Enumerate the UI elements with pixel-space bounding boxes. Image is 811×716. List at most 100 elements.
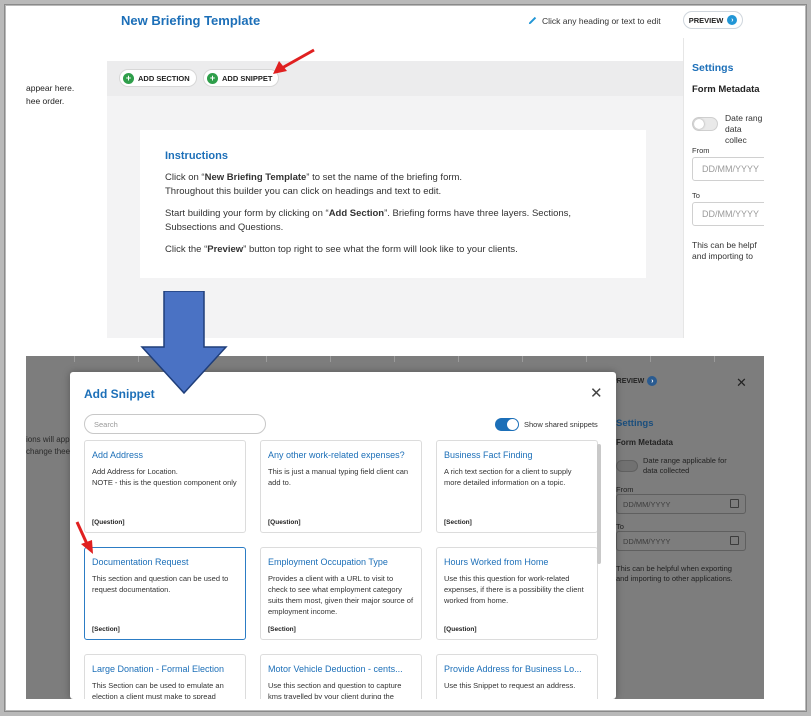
show-shared-toggle[interactable] [495,418,519,431]
snippet-card-employment-occupation[interactable]: Employment Occupation Type Provides a cl… [260,547,422,640]
help-line1: This can be helpf [692,240,757,250]
bg-from-input: DD/MM/YYYY [616,494,746,514]
card-type-tag: [Question] [268,519,301,526]
canvas-header [107,38,683,61]
preview-button[interactable]: PREVIEW › [683,11,743,29]
bg-left-line2: change thee [26,447,71,456]
p1-line2: Throughout this builder you can click on… [165,186,442,197]
add-section-button[interactable]: + ADD SECTION [119,69,197,87]
divider [330,356,331,362]
snippet-card-documentation-request[interactable]: Documentation Request This section and q… [84,547,246,640]
template-title[interactable]: New Briefing Template [121,13,260,28]
snippet-card-add-address[interactable]: Add Address Add Address for Location. NO… [84,440,246,533]
preview-label: PREVIEW [688,15,724,25]
bg-to-input: DD/MM/YYYY [616,531,746,551]
snippet-card-motor-vehicle[interactable]: Motor Vehicle Deduction - cents... Use t… [260,654,422,699]
card-description: Provides a client with a URL to visit to… [268,574,414,616]
bg-settings-title: Settings [616,418,654,429]
divider [586,356,587,362]
settings-panel: Settings Form Metadata Date rang data co… [683,38,764,338]
card-title: Hours Worked from Home [444,557,549,567]
settings-title: Settings [692,62,734,74]
divider [138,356,139,362]
p2-bold: Add Section [328,208,385,219]
red-arrow-annotation-icon [75,521,93,554]
card-type-tag: [Question] [92,519,125,526]
divider [522,356,523,362]
bg-date-range-line2: data collected [643,466,690,475]
snippet-card-large-donation[interactable]: Large Donation - Formal Election This Se… [84,654,246,699]
to-date-input[interactable]: DD/MM/YYYY [692,202,764,226]
snippet-card-hours-from-home[interactable]: Hours Worked from Home Use this this que… [436,547,598,640]
close-icon[interactable]: ✕ [590,384,603,402]
date-range-toggle[interactable] [692,117,718,131]
divider [458,356,459,362]
card-description: A rich text section for a client to supp… [444,467,572,487]
builder-top-panel: New Briefing Template Click any heading … [6,6,764,338]
search-input[interactable]: Search [84,414,266,434]
bg-left-text: ions will app change thee [26,434,70,458]
divider [394,356,395,362]
card-title: Any other work-related expenses? [268,450,405,460]
bg-preview-label: PREVIEW [612,377,645,385]
bg-date-range-label: Date range applicable for data collected [643,456,727,476]
card-type-tag: [Question] [444,626,477,633]
card-description: Use this section and question to capture… [268,681,402,699]
card-description: This section and question can be used to… [92,574,229,594]
card-description: Add Address for Location. NOTE - this is… [92,467,237,487]
plus-icon: + [207,72,218,84]
snippet-card-business-fact-finding[interactable]: Business Fact Finding A rich text sectio… [436,440,598,533]
bg-left-line1: ions will app [26,435,70,444]
add-snippet-button[interactable]: + ADD SNIPPET [203,69,280,87]
bg-to-placeholder: DD/MM/YYYY [623,537,671,546]
divider [266,356,267,362]
bg-help-line2: and importing to other applications. [616,574,733,583]
plus-icon: + [123,72,134,84]
arrow-right-icon: › [727,15,738,25]
left-hint-line2: hee order. [26,96,65,106]
p1-post: ” to set the name of the briefing form. [306,172,463,183]
instructions-heading: Instructions [165,150,228,162]
snippet-modal-screen: ions will app change thee PREVIEW › ✕ Se… [26,356,764,699]
p1-pre: Click on “ [165,172,205,183]
left-hint-text: appear here. hee order. [26,82,74,108]
date-range-line1: Date rang [725,113,763,123]
add-snippet-label: ADD SNIPPET [222,73,273,83]
bg-from-placeholder: DD/MM/YYYY [623,500,671,509]
red-arrow-annotation-icon [273,48,315,74]
p2-post: ”. Briefing forms have three layers. Sec… [384,208,572,219]
edit-hint-text: Click any heading or text to edit [542,15,661,26]
card-description: This Section can be used to emulate an e… [92,681,224,699]
instructions-paragraph-3: Click the “Preview” button top right to … [165,243,646,257]
card-description: Use this this question for work-related … [444,574,584,605]
calendar-icon [730,499,739,508]
card-description: This is just a manual typing field clien… [268,467,409,487]
snippet-card-business-address[interactable]: Provide Address for Business Lo... Use t… [436,654,598,699]
bg-help-text: This can be helpful when exporting and i… [616,564,733,584]
to-label: To [692,191,700,200]
from-label: From [692,146,710,155]
snippet-card-work-expenses[interactable]: Any other work-related expenses? This is… [260,440,422,533]
card-title: Provide Address for Business Lo... [444,664,582,674]
card-title: Large Donation - Formal Election [92,664,225,674]
from-date-input[interactable]: DD/MM/YYYY [692,157,764,181]
divider [714,356,715,362]
bg-date-range-line1: Date range applicable for [643,456,727,465]
add-section-label: ADD SECTION [138,73,190,83]
pencil-icon [528,16,537,25]
help-line2: and importing to [692,251,753,261]
p2-pre: Start building your form by clicking on … [165,208,329,219]
arrow-right-icon: › [647,376,658,386]
date-range-line2: data collec [725,124,747,145]
left-hint-line1: appear here. [26,83,75,93]
card-type-tag: [Section] [92,626,120,633]
modal-scrollbar[interactable] [597,444,601,564]
bg-date-range-toggle [616,460,638,472]
bg-help-line1: This can be helpful when exporting [616,564,732,573]
settings-help-text: This can be helpf and importing to [692,240,757,262]
card-type-tag: [Section] [444,519,472,526]
bg-preview-button: PREVIEW › [612,376,658,386]
bg-form-metadata: Form Metadata [616,438,673,447]
p2-line2: Subsections and Questions. [165,222,284,233]
card-title: Business Fact Finding [444,450,533,460]
